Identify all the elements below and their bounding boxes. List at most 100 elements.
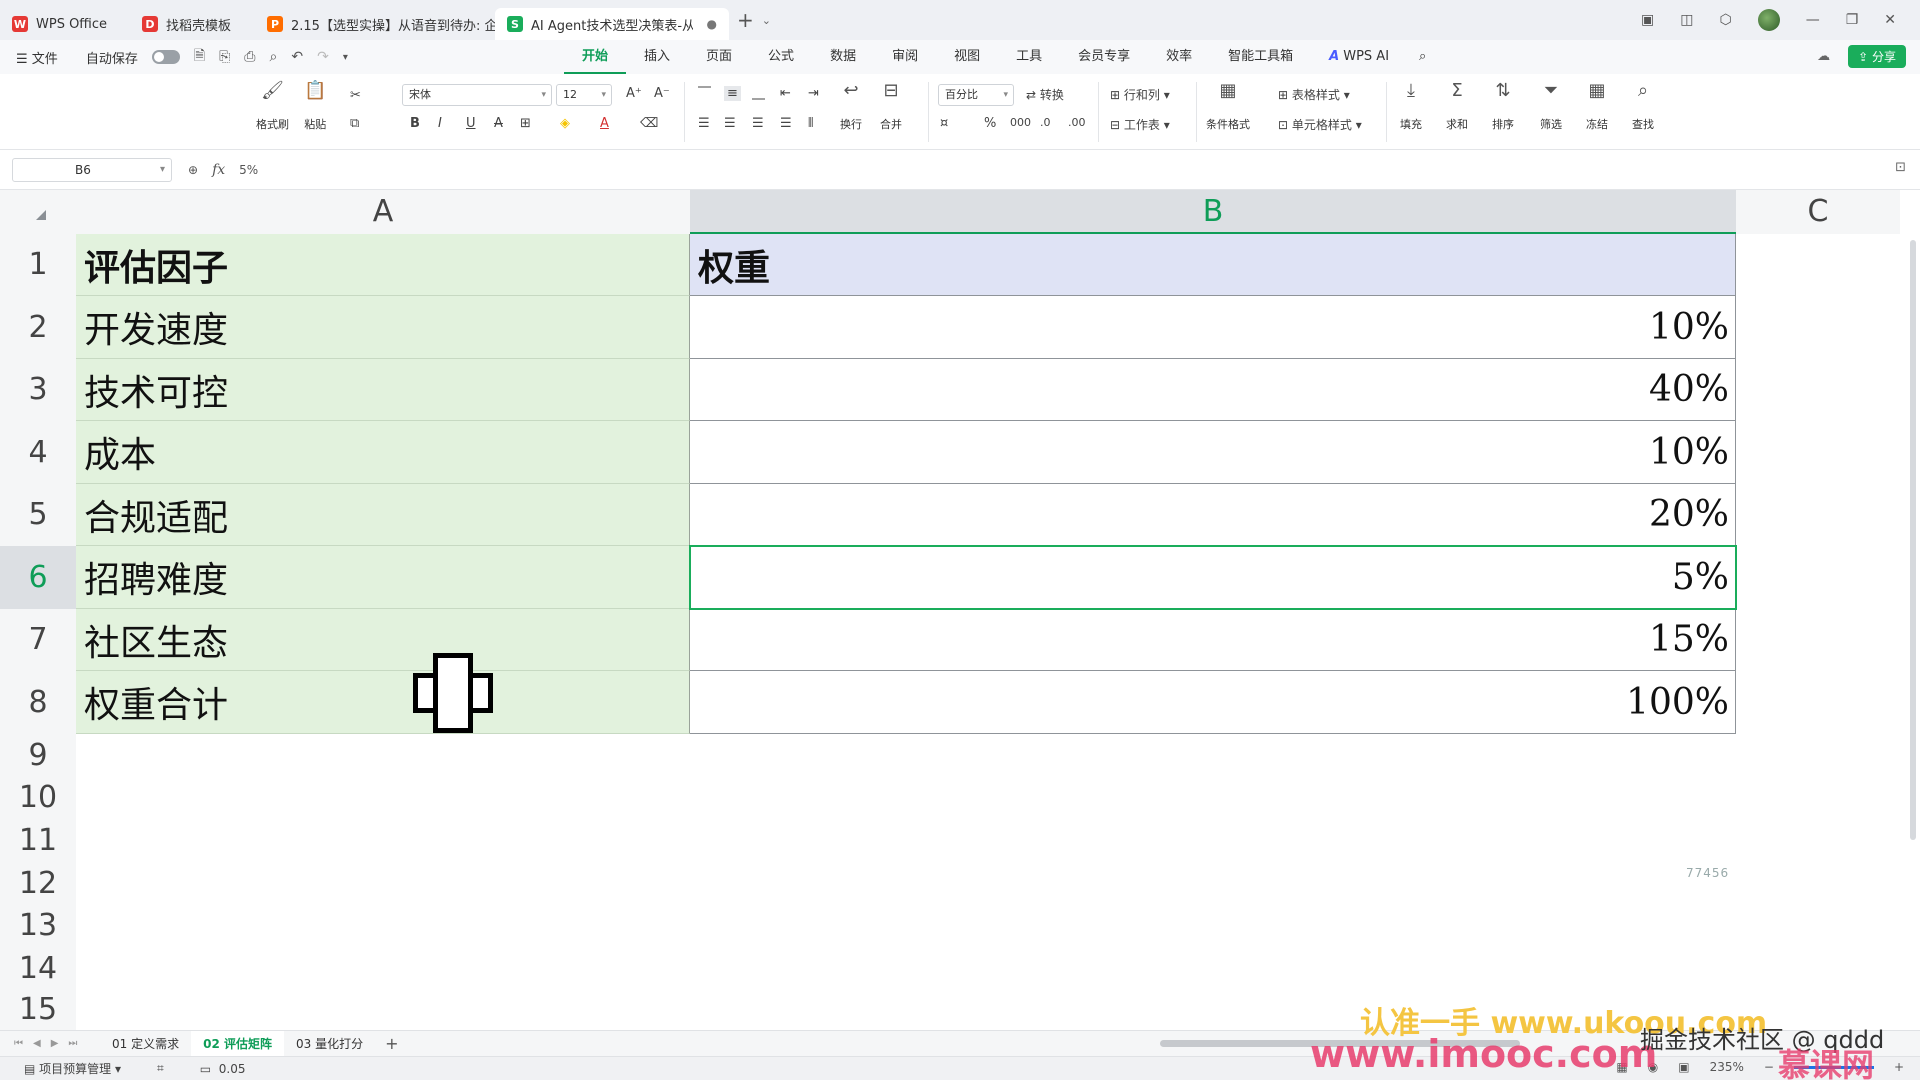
name-box[interactable]: B6 ▾ bbox=[12, 158, 172, 182]
strikethrough-icon[interactable]: A bbox=[494, 116, 503, 131]
font-color-icon[interactable]: A bbox=[600, 116, 609, 131]
tab-efficiency[interactable]: 效率 bbox=[1148, 40, 1210, 74]
tab-page[interactable]: 页面 bbox=[688, 40, 750, 74]
last-sheet-icon[interactable]: ⏭ bbox=[68, 1038, 77, 1049]
zoom-formula-icon[interactable]: ⊕ bbox=[188, 163, 198, 177]
find-button[interactable]: ⌕ 查找 bbox=[1632, 80, 1654, 132]
tab-review[interactable]: 审阅 bbox=[874, 40, 936, 74]
freeze-button[interactable]: ▦ 冻结 bbox=[1586, 80, 1608, 132]
format-painter-button[interactable]: 🖌 格式刷 bbox=[256, 80, 289, 132]
close-icon[interactable]: ✕ bbox=[1884, 12, 1896, 28]
new-tab-button[interactable]: + bbox=[737, 8, 754, 32]
row-header[interactable]: 15 bbox=[0, 990, 76, 1030]
share-button[interactable]: ⇪ 分享 bbox=[1848, 45, 1906, 68]
cloud-icon[interactable]: ☁ bbox=[1817, 49, 1830, 64]
table-cell[interactable]: 5% bbox=[690, 546, 1736, 609]
vertical-scrollbar[interactable] bbox=[1910, 240, 1916, 840]
screenshot-icon[interactable]: ▣ bbox=[1641, 12, 1654, 28]
align-right-icon[interactable]: ☰ bbox=[752, 116, 764, 131]
font-size-select[interactable]: 12 ▾ bbox=[556, 84, 612, 106]
page-layout-icon[interactable]: ▣ bbox=[1678, 1060, 1689, 1074]
window-mode-icon[interactable]: ◫ bbox=[1680, 12, 1693, 28]
table-cell[interactable]: 权重合计 bbox=[76, 671, 690, 734]
save-icon[interactable]: 🗎 bbox=[194, 45, 205, 69]
row-header[interactable]: 4 bbox=[0, 421, 76, 484]
decrease-font-icon[interactable]: A⁻ bbox=[654, 86, 670, 101]
align-center-icon[interactable]: ☰ bbox=[724, 116, 736, 131]
align-middle-icon[interactable]: ≡ bbox=[724, 86, 741, 101]
minimize-icon[interactable]: — bbox=[1806, 12, 1820, 28]
zoom-in-icon[interactable]: + bbox=[1894, 1060, 1904, 1074]
sort-button[interactable]: ⇅ 排序 bbox=[1492, 80, 1514, 132]
close-tab-icon[interactable]: ● bbox=[707, 17, 717, 31]
row-header[interactable]: 3 bbox=[0, 359, 76, 421]
justify-icon[interactable]: ☰ bbox=[780, 116, 792, 131]
table-cell[interactable]: 技术可控 bbox=[76, 359, 690, 421]
rows-cols-button[interactable]: ⊞ 行和列 ▾ bbox=[1110, 86, 1170, 103]
row-header[interactable]: 2 bbox=[0, 296, 76, 359]
table-cell[interactable]: 招聘难度 bbox=[76, 546, 690, 609]
sheet-tab-define-requirements[interactable]: 01 定义需求 bbox=[100, 1031, 191, 1057]
tab-member[interactable]: 会员专享 bbox=[1060, 40, 1148, 74]
print-icon[interactable]: ⎙ bbox=[244, 49, 255, 65]
next-sheet-icon[interactable]: ▶ bbox=[51, 1038, 59, 1049]
cell-style-button[interactable]: ⊡ 单元格样式 ▾ bbox=[1278, 116, 1362, 133]
sheet-tab-quantitative-scoring[interactable]: 03 量化打分 bbox=[284, 1031, 375, 1057]
italic-icon[interactable]: I bbox=[438, 116, 442, 131]
percent-icon[interactable]: % bbox=[984, 116, 996, 131]
table-cell[interactable]: 20% bbox=[690, 484, 1736, 546]
table-cell[interactable]: 合规适配 bbox=[76, 484, 690, 546]
thousands-icon[interactable]: 000 bbox=[1010, 116, 1031, 129]
first-sheet-icon[interactable]: ⏮ bbox=[14, 1038, 23, 1049]
column-header-b[interactable]: B bbox=[690, 190, 1736, 234]
align-bottom-icon[interactable]: ⎽ bbox=[752, 86, 765, 101]
table-cell[interactable]: 10% bbox=[690, 296, 1736, 359]
fx-icon[interactable]: fx bbox=[212, 162, 225, 178]
row-header[interactable]: 12 bbox=[0, 862, 76, 905]
search-icon[interactable]: ⌕ bbox=[1407, 40, 1438, 74]
undo-icon[interactable]: ↶ bbox=[291, 49, 303, 65]
tab-smart-toolbox[interactable]: 智能工具箱 bbox=[1210, 40, 1311, 74]
row-header[interactable]: 6 bbox=[0, 546, 76, 609]
avatar[interactable] bbox=[1757, 9, 1780, 31]
tab-data[interactable]: 数据 bbox=[812, 40, 874, 74]
convert-button[interactable]: ⇄ 转换 bbox=[1026, 86, 1064, 103]
print-preview-icon[interactable]: ⌕ bbox=[270, 49, 278, 65]
table-style-button[interactable]: ⊞ 表格样式 ▾ bbox=[1278, 86, 1350, 103]
cut-icon[interactable]: ✂ bbox=[350, 88, 361, 103]
restore-icon[interactable]: ❐ bbox=[1846, 12, 1859, 28]
row-header[interactable]: 5 bbox=[0, 484, 76, 546]
formula-input[interactable]: 5% bbox=[239, 163, 258, 177]
cond-format-button[interactable]: ▦ 条件格式 bbox=[1206, 80, 1250, 132]
tab-docer[interactable]: D 找稻壳模板 bbox=[130, 8, 255, 40]
indent-decrease-icon[interactable]: ⇤ bbox=[780, 86, 791, 101]
export-icon[interactable]: ⎘ bbox=[219, 49, 230, 65]
filter-button[interactable]: ⏷ 筛选 bbox=[1540, 80, 1562, 132]
tab-view[interactable]: 视图 bbox=[936, 40, 998, 74]
tab-start[interactable]: 开始 bbox=[564, 40, 627, 74]
border-icon[interactable]: ⊞ bbox=[520, 116, 531, 131]
redo-icon[interactable]: ↷ bbox=[317, 49, 329, 65]
zoom-out-icon[interactable]: − bbox=[1764, 1060, 1774, 1074]
column-header-c[interactable]: C bbox=[1736, 190, 1900, 234]
tab-wps-office[interactable]: W WPS Office bbox=[0, 8, 130, 40]
currency-icon[interactable]: ¤ bbox=[940, 116, 948, 131]
tab-spreadsheet[interactable]: S AI Agent技术选型决策表-从语言 ● bbox=[495, 8, 729, 40]
increase-font-icon[interactable]: A⁺ bbox=[626, 86, 642, 101]
row-header[interactable]: 13 bbox=[0, 905, 76, 947]
row-header[interactable]: 8 bbox=[0, 671, 76, 734]
tab-presentation[interactable]: P 2.15【选型实操】从语音到待办: 企 bbox=[255, 8, 495, 40]
row-header[interactable]: 11 bbox=[0, 819, 76, 862]
chevron-down-icon[interactable]: ▾ bbox=[343, 52, 348, 63]
table-cell[interactable]: 40% bbox=[690, 359, 1736, 421]
table-cell[interactable]: 10% bbox=[690, 421, 1736, 484]
fill-color-icon[interactable]: ◈ bbox=[560, 116, 570, 131]
row-header[interactable]: 7 bbox=[0, 609, 76, 671]
row-header[interactable]: 14 bbox=[0, 947, 76, 990]
font-name-select[interactable]: 宋体 ▾ bbox=[402, 84, 552, 106]
decrease-decimal-icon[interactable]: .00 bbox=[1068, 116, 1086, 129]
number-format-select[interactable]: 百分比 ▾ bbox=[938, 84, 1014, 106]
table-cell[interactable]: 开发速度 bbox=[76, 296, 690, 359]
indent-increase-icon[interactable]: ⇥ bbox=[808, 86, 819, 101]
column-header-a[interactable]: A bbox=[76, 190, 690, 234]
